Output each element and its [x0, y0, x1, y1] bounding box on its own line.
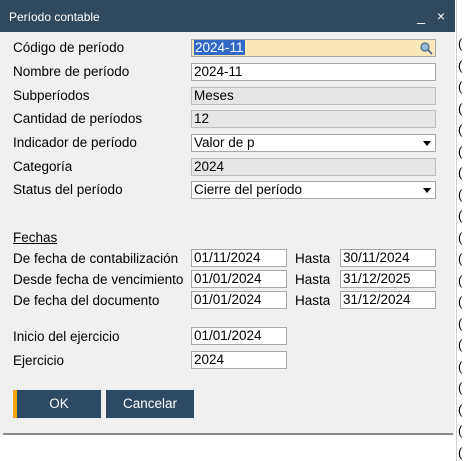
label-fecha-documento: De fecha del documento: [13, 293, 160, 308]
window-title: Período contable: [9, 10, 100, 24]
edge-mark: (: [458, 401, 463, 417]
edge-mark: (: [458, 165, 463, 180]
ejercicio-field[interactable]: 2024: [191, 351, 287, 369]
documento-to-value: 31/12/2024: [343, 292, 411, 307]
contabilizacion-to-value: 30/11/2024: [343, 250, 410, 265]
label-indicador: Indicador de período: [13, 135, 137, 150]
title-bar[interactable]: Período contable _ ×: [0, 0, 455, 32]
period-dialog: Período contable _ × Código de período 2…: [0, 0, 455, 435]
ok-button[interactable]: OK: [13, 390, 101, 418]
edge-mark: (: [458, 423, 463, 438]
chevron-down-icon[interactable]: [423, 188, 431, 193]
label-fecha-vencimiento: Desde fecha de vencimiento: [13, 272, 184, 287]
status-dropdown[interactable]: Cierre del período: [191, 181, 436, 199]
vencimiento-from-field[interactable]: 01/01/2024: [191, 270, 287, 288]
edge-mark: (: [458, 294, 463, 309]
categoria-field: 2024: [191, 158, 436, 176]
categoria-value: 2024: [194, 159, 225, 174]
inicio-ejercicio-value: 01/01/2024: [194, 328, 262, 343]
edge-mark: (: [458, 122, 463, 137]
edge-mark: (: [458, 36, 463, 51]
edge-mark: (: [458, 186, 463, 202]
edge-mark: (: [458, 79, 463, 94]
subperiodos-value: Meses: [194, 88, 234, 103]
subperiodos-field: Meses: [191, 87, 436, 105]
documento-to-field[interactable]: 31/12/2024: [340, 291, 436, 309]
cantidad-field: 12: [191, 110, 436, 128]
label-status: Status del período: [13, 182, 123, 197]
label-nombre: Nombre de período: [13, 64, 130, 79]
nombre-value: 2024-11: [194, 64, 243, 79]
indicador-value: Valor de p: [194, 135, 255, 150]
contabilizacion-from-field[interactable]: 01/11/2024: [191, 249, 287, 267]
edge-mark: (: [458, 229, 463, 245]
label-ejercicio: Ejercicio: [13, 353, 65, 368]
close-button[interactable]: ×: [432, 6, 450, 26]
hasta-label: Hasta: [295, 272, 331, 287]
codigo-value: 2024-11: [194, 40, 245, 55]
documento-from-field[interactable]: 01/01/2024: [191, 291, 287, 309]
vencimiento-to-value: 31/12/2025: [343, 271, 411, 286]
inicio-ejercicio-field[interactable]: 01/01/2024: [191, 327, 287, 345]
bottom-divider: [3, 433, 453, 435]
edge-mark: (: [458, 143, 463, 159]
label-cantidad: Cantidad de períodos: [13, 111, 143, 126]
contabilizacion-to-field[interactable]: 30/11/2024: [340, 249, 436, 267]
ejercicio-value: 2024: [194, 352, 225, 367]
edge-mark: (: [458, 337, 463, 352]
edge-mark: (: [458, 358, 463, 374]
fechas-heading: Fechas: [13, 230, 58, 245]
chevron-down-icon[interactable]: [423, 141, 431, 146]
cancel-button[interactable]: Cancelar: [106, 390, 194, 418]
edge-mark: (: [458, 380, 463, 395]
contabilizacion-from-value: 01/11/2024: [194, 250, 261, 265]
edge-mark: (: [458, 444, 463, 460]
label-categoria: Categoría: [13, 159, 73, 174]
vencimiento-from-value: 01/01/2024: [194, 271, 262, 286]
nombre-field[interactable]: 2024-11: [191, 63, 436, 81]
hasta-label: Hasta: [295, 251, 331, 266]
edge-mark: (: [458, 272, 463, 288]
documento-from-value: 01/01/2024: [194, 292, 262, 307]
cantidad-value: 12: [194, 111, 210, 126]
hasta-label: Hasta: [295, 293, 331, 308]
edge-mark: (: [458, 251, 463, 266]
lookup-icon[interactable]: [419, 41, 433, 55]
indicador-dropdown[interactable]: Valor de p: [191, 134, 436, 152]
minimize-button[interactable]: _: [412, 6, 430, 26]
edge-mark: (: [458, 100, 463, 116]
status-value: Cierre del período: [194, 182, 303, 197]
label-fecha-contabilizacion: De fecha de contabilización: [13, 251, 179, 266]
edge-mark: (: [458, 57, 463, 73]
edge-mark: (: [458, 208, 463, 223]
label-codigo: Código de período: [13, 40, 125, 55]
label-subperiodos: Subperíodos: [13, 88, 90, 103]
label-inicio-ejercicio: Inicio del ejercicio: [13, 329, 120, 344]
codigo-field[interactable]: 2024-11: [191, 39, 436, 57]
vencimiento-to-field[interactable]: 31/12/2025: [340, 270, 436, 288]
edge-mark: (: [458, 315, 463, 331]
